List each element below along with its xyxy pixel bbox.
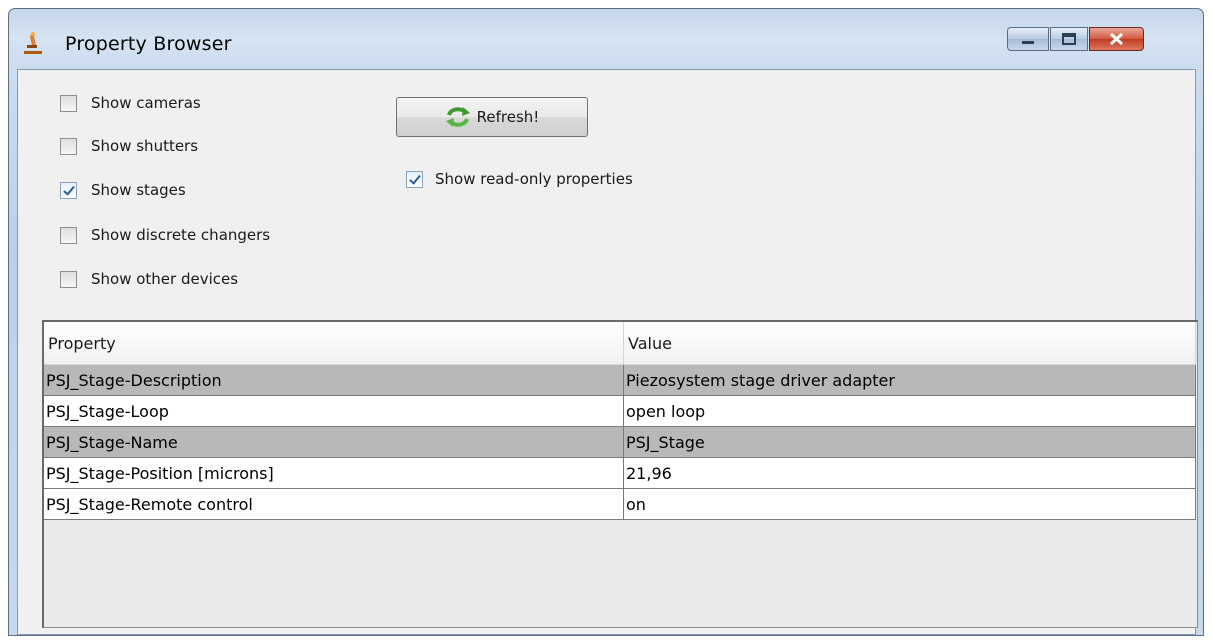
window-title: Property Browser [65, 33, 232, 55]
value-cell[interactable]: 21,96 [623, 457, 1196, 489]
show-readonly-label: Show read-only properties [435, 170, 633, 188]
property-cell: PSJ_Stage-Remote control [44, 488, 624, 520]
show-discrete-changers-checkbox[interactable] [60, 226, 77, 244]
minimize-icon [1022, 41, 1034, 44]
show-stages-option[interactable]: Show stages [60, 181, 186, 199]
show-discrete-changers-option[interactable]: Show discrete changers [60, 226, 270, 244]
show-shutters-checkbox[interactable] [60, 137, 77, 155]
show-discrete-changers-label: Show discrete changers [91, 226, 271, 244]
microscope-app-icon [24, 32, 42, 54]
show-cameras-checkbox[interactable] [60, 94, 77, 112]
table-header-row: Property Value [44, 322, 1196, 365]
show-readonly-option[interactable]: Show read-only properties [406, 170, 633, 188]
property-table: Property Value PSJ_Stage-Description Pie… [44, 322, 1196, 520]
minimize-button[interactable] [1007, 27, 1049, 51]
property-cell: PSJ_Stage-Loop [44, 395, 624, 427]
property-cell: PSJ_Stage-Position [microns] [44, 457, 624, 489]
column-header-value[interactable]: Value [623, 322, 1196, 365]
show-shutters-option[interactable]: Show shutters [60, 137, 198, 155]
table-row[interactable]: PSJ_Stage-Description Piezosystem stage … [44, 364, 1196, 396]
refresh-label: Refresh! [476, 108, 540, 126]
value-cell: Piezosystem stage driver adapter [623, 364, 1196, 396]
show-cameras-option[interactable]: Show cameras [60, 94, 201, 112]
refresh-button[interactable]: Refresh! [396, 97, 588, 137]
table-row[interactable]: PSJ_Stage-Remote control on [44, 488, 1196, 520]
value-cell: PSJ_Stage [623, 426, 1196, 458]
property-cell: PSJ_Stage-Name [44, 426, 624, 458]
property-table-frame: Property Value PSJ_Stage-Description Pie… [42, 320, 1198, 628]
close-icon [1109, 32, 1124, 46]
table-row[interactable]: PSJ_Stage-Name PSJ_Stage [44, 426, 1196, 458]
table-row[interactable]: PSJ_Stage-Loop open loop [44, 395, 1196, 427]
show-stages-checkbox[interactable] [60, 181, 77, 199]
maximize-icon [1062, 33, 1076, 45]
value-cell[interactable]: on [623, 488, 1196, 520]
show-other-devices-option[interactable]: Show other devices [60, 270, 238, 288]
property-cell: PSJ_Stage-Description [44, 364, 624, 396]
table-row[interactable]: PSJ_Stage-Position [microns] 21,96 [44, 457, 1196, 489]
show-other-devices-checkbox[interactable] [60, 270, 77, 288]
show-other-devices-label: Show other devices [91, 270, 239, 288]
client-area: Show cameras Show shutters Show stages S… [17, 69, 1198, 635]
close-button[interactable] [1089, 27, 1144, 51]
show-stages-label: Show stages [91, 181, 186, 199]
property-browser-window: Property Browser Show cameras Show shutt… [8, 8, 1204, 636]
maximize-button[interactable] [1050, 27, 1088, 51]
show-readonly-checkbox[interactable] [406, 170, 423, 188]
refresh-arrows-icon [445, 107, 470, 127]
show-cameras-label: Show cameras [91, 94, 201, 112]
column-header-property[interactable]: Property [44, 322, 624, 365]
value-cell[interactable]: open loop [623, 395, 1196, 427]
show-shutters-label: Show shutters [91, 137, 199, 155]
